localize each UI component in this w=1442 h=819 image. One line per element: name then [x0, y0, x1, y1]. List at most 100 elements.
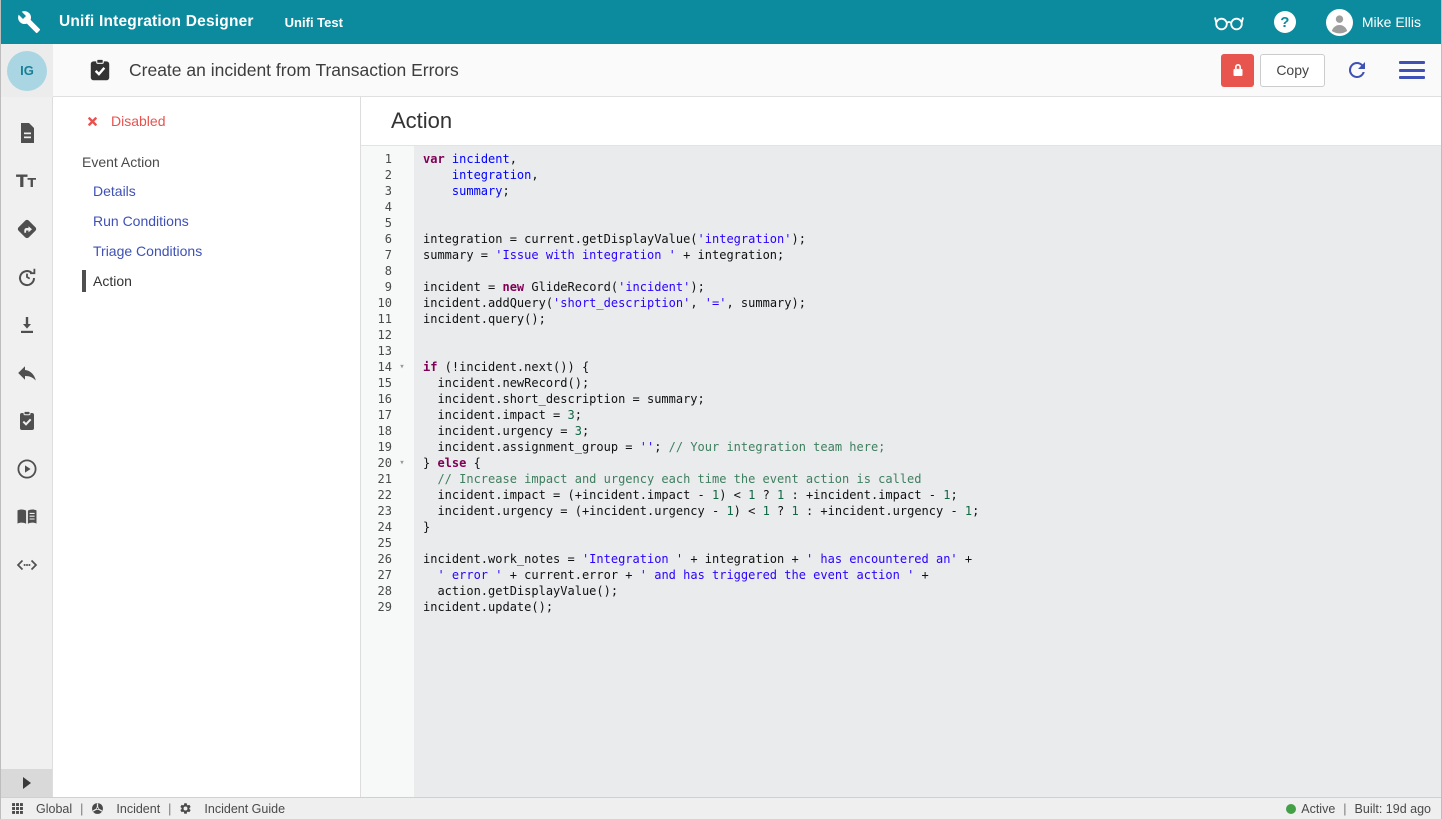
document-icon[interactable]: [15, 121, 39, 145]
code-line: 3 summary;: [361, 183, 1441, 199]
fold-gutter-space: [392, 295, 412, 311]
line-gutter: 22: [361, 487, 414, 503]
rail-collapse-button[interactable]: [1, 769, 52, 797]
code-line: 1 var incident,: [361, 151, 1441, 167]
disabled-x-icon: [86, 115, 99, 128]
footer-separator: |: [80, 802, 83, 816]
nav-item-label: Action: [93, 273, 132, 289]
line-number: 1: [361, 151, 392, 167]
line-number: 26: [361, 551, 392, 567]
fold-gutter-space: [392, 503, 412, 519]
footer-item-label: Global: [36, 802, 72, 816]
expand-arrow-icon: [23, 777, 31, 789]
code-line: 26incident.work_notes = 'Integration ' +…: [361, 551, 1441, 567]
fold-gutter-space: [392, 199, 412, 215]
fold-gutter-space: [392, 375, 412, 391]
code-line: 11incident.query();: [361, 311, 1441, 327]
fold-gutter-space: [392, 327, 412, 343]
history-icon[interactable]: [15, 265, 39, 289]
play-circle-icon[interactable]: [15, 457, 39, 481]
fold-arrow-icon[interactable]: ▾: [392, 359, 412, 375]
code-text: incident.urgency = (+incident.urgency - …: [414, 503, 979, 519]
footer-item-global[interactable]: Global: [11, 802, 72, 816]
icon-rail: TT: [1, 97, 53, 797]
app-subtitle[interactable]: Unifi Test: [285, 15, 343, 30]
code-line: 9incident = new GlideRecord('incident');: [361, 279, 1441, 295]
help-icon[interactable]: ?: [1274, 11, 1296, 33]
nav-item-label: Triage Conditions: [93, 243, 202, 259]
code-text: integration = current.getDisplayValue('i…: [414, 231, 806, 247]
code-editor[interactable]: 1var incident,2 integration,3 summary;45…: [361, 146, 1441, 797]
code-text: incident.short_description = summary;: [414, 391, 705, 407]
footer-item-incident-guide[interactable]: Incident Guide: [179, 802, 285, 816]
app-window: Unifi Integration Designer Unifi Test ? …: [0, 0, 1442, 819]
nav-item-details[interactable]: Details: [53, 176, 360, 206]
fold-arrow-icon[interactable]: ▾: [392, 455, 412, 471]
download-icon[interactable]: [15, 313, 39, 337]
record-avatar[interactable]: IG: [7, 51, 47, 91]
code-text: incident.update();: [414, 599, 553, 615]
book-icon[interactable]: [15, 505, 39, 529]
code-text: var incident,: [414, 151, 517, 167]
code-line: 21 // Increase impact and urgency each t…: [361, 471, 1441, 487]
code-text: incident.urgency = 3;: [414, 423, 589, 439]
fold-gutter-space: [392, 167, 412, 183]
line-gutter: 2: [361, 167, 414, 183]
incident-icon: [91, 802, 110, 815]
line-gutter: 16: [361, 391, 414, 407]
code-text: }: [414, 519, 430, 535]
code-line: 10incident.addQuery('short_description',…: [361, 295, 1441, 311]
line-gutter: 26: [361, 551, 414, 567]
nav-item-triage-conditions[interactable]: Triage Conditions: [53, 236, 360, 266]
app-title: Unifi Integration Designer: [59, 13, 254, 31]
fold-gutter-space: [392, 519, 412, 535]
route-icon[interactable]: [15, 217, 39, 241]
footer-item-label: Incident: [116, 802, 160, 816]
built-label: Built: 19d ago: [1355, 802, 1431, 816]
disabled-status[interactable]: Disabled: [86, 112, 360, 130]
fold-gutter-space: [392, 343, 412, 359]
fold-gutter-space: [392, 151, 412, 167]
code-line: 20▾} else {: [361, 455, 1441, 471]
code-text: [414, 535, 423, 551]
line-gutter: 5: [361, 215, 414, 231]
nav-item-run-conditions[interactable]: Run Conditions: [53, 206, 360, 236]
line-number: 14: [361, 359, 392, 375]
record-avatar-column: IG: [1, 44, 53, 97]
code-line: 29incident.update();: [361, 599, 1441, 615]
code-line: 24}: [361, 519, 1441, 535]
record-title: Create an incident from Transaction Erro…: [129, 60, 459, 81]
line-number: 13: [361, 343, 392, 359]
line-gutter: 7: [361, 247, 414, 263]
fold-gutter-space: [392, 471, 412, 487]
line-number: 5: [361, 215, 392, 231]
task-icon[interactable]: [15, 409, 39, 433]
record-toolbar: IG Create an incident from Transaction E…: [1, 44, 1441, 97]
code-text: // Increase impact and urgency each time…: [414, 471, 922, 487]
line-gutter: 29: [361, 599, 414, 615]
fold-gutter-space: [392, 183, 412, 199]
line-number: 18: [361, 423, 392, 439]
wrench-icon: [17, 10, 41, 34]
grid-icon: [11, 802, 30, 815]
glasses-icon[interactable]: [1212, 11, 1246, 33]
text-format-icon[interactable]: TT: [15, 169, 39, 193]
nav-item-action[interactable]: Action: [53, 266, 360, 296]
refresh-icon[interactable]: [1345, 58, 1369, 82]
fold-gutter-space: [392, 279, 412, 295]
code-text: [414, 215, 423, 231]
footer-item-incident[interactable]: Incident: [91, 802, 160, 816]
line-gutter: 21: [361, 471, 414, 487]
lock-button[interactable]: [1221, 54, 1254, 87]
gear-icon: [179, 802, 198, 815]
line-gutter: 15: [361, 375, 414, 391]
copy-button[interactable]: Copy: [1260, 54, 1325, 87]
menu-icon[interactable]: [1399, 61, 1425, 79]
user-name[interactable]: Mike Ellis: [1362, 14, 1421, 30]
fold-gutter-space: [392, 231, 412, 247]
undo-icon[interactable]: [15, 361, 39, 385]
line-gutter: 19: [361, 439, 414, 455]
user-avatar[interactable]: [1326, 9, 1353, 36]
code-icon[interactable]: [15, 553, 39, 577]
code-line: 25: [361, 535, 1441, 551]
